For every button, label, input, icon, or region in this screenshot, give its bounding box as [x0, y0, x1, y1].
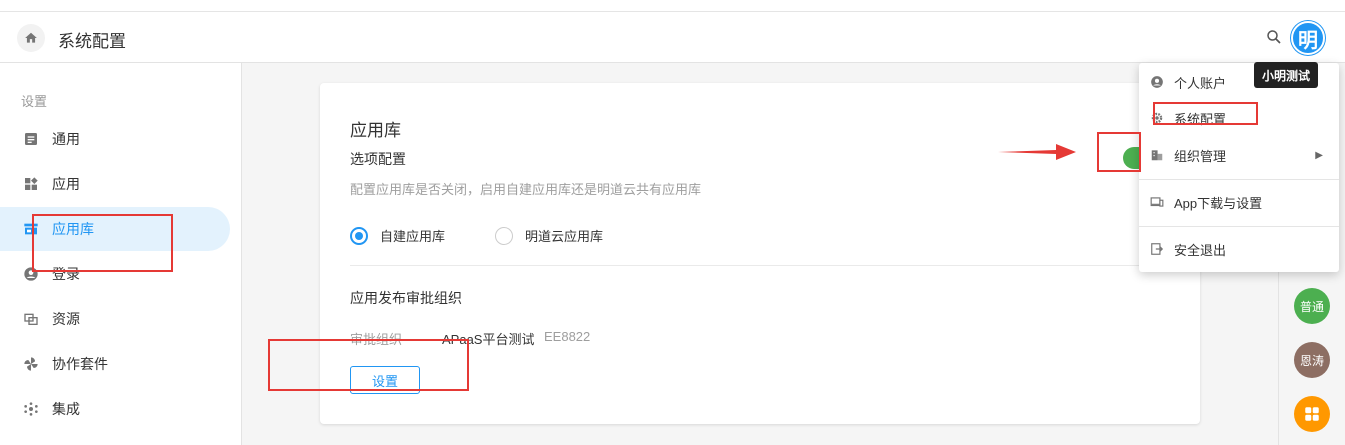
- right-rail: 普通 恩涛: [1278, 270, 1345, 445]
- integration-icon: [23, 401, 39, 417]
- search-icon[interactable]: [1265, 28, 1283, 46]
- sidebar-item-resources[interactable]: 资源: [0, 297, 230, 341]
- option-config-title: 选项配置: [350, 151, 406, 167]
- radio-label: 自建应用库: [380, 229, 446, 244]
- radio-circle: [350, 226, 368, 245]
- option-config-description: 配置应用库是否关闭，启用自建应用库还是明道云共有应用库: [350, 182, 702, 197]
- section-divider: [350, 265, 1170, 266]
- approval-org-code: EE8822: [544, 329, 591, 344]
- sidebar-item-label: 资源: [52, 311, 80, 327]
- sidebar-item-integration[interactable]: 集成: [0, 387, 230, 431]
- browser-top-strip: [0, 0, 1345, 12]
- annotation-box-sidebar: [32, 214, 173, 272]
- app-header: 系统配置 明: [0, 12, 1345, 63]
- page-title: 系统配置: [58, 32, 126, 51]
- submenu-arrow-icon: ▶: [1315, 149, 1323, 161]
- radio-circle: [495, 226, 513, 245]
- menu-divider: [1139, 179, 1339, 180]
- sidebar-item-label: 集成: [52, 401, 80, 417]
- menu-item-label: 安全退出: [1174, 242, 1227, 258]
- building-icon: [1150, 148, 1164, 162]
- radio-label: 明道云应用库: [525, 229, 604, 244]
- radio-self-built-library[interactable]: 自建应用库: [350, 226, 445, 245]
- radio-mingdao-library[interactable]: 明道云应用库: [495, 226, 603, 245]
- rail-apps-button[interactable]: [1294, 396, 1330, 432]
- menu-divider: [1139, 226, 1339, 227]
- pinwheel-icon: [23, 356, 39, 372]
- sidebar-item-apps[interactable]: 应用: [0, 162, 230, 206]
- grid-icon: [1305, 407, 1319, 421]
- apps-icon: [23, 176, 39, 192]
- home-button[interactable]: [17, 24, 45, 52]
- document-icon: [23, 131, 39, 147]
- menu-item-org-management[interactable]: 组织管理 ▶: [1139, 137, 1339, 173]
- account-circle-icon: [1150, 75, 1164, 89]
- user-avatar[interactable]: 明: [1291, 21, 1325, 55]
- annotation-box-menu-item: [1153, 102, 1258, 125]
- resource-icon: [23, 311, 39, 327]
- sidebar-item-label: 协作套件: [52, 356, 108, 372]
- logout-icon: [1150, 242, 1164, 256]
- sidebar-item-collaboration[interactable]: 协作套件: [0, 342, 230, 386]
- sidebar-item-general[interactable]: 通用: [0, 117, 230, 161]
- sidebar-section-title: 设置: [21, 94, 48, 109]
- annotation-box-set-button: [268, 339, 469, 391]
- rail-avatar-putong[interactable]: 普通: [1294, 288, 1330, 324]
- rail-avatar-entao[interactable]: 恩涛: [1294, 342, 1330, 378]
- devices-icon: [1150, 195, 1164, 209]
- card-title: 应用库: [350, 121, 401, 140]
- approval-section-title: 应用发布审批组织: [350, 290, 462, 306]
- annotation-box-toggle: [1097, 132, 1141, 172]
- avatar-tooltip: 小明测试: [1254, 62, 1319, 88]
- menu-item-label: 组织管理: [1174, 148, 1227, 164]
- menu-item-label: App下载与设置: [1174, 195, 1263, 211]
- menu-item-label: 个人账户: [1174, 75, 1227, 91]
- home-icon: [25, 32, 37, 43]
- sidebar-item-label: 应用: [52, 176, 80, 192]
- menu-item-app-download[interactable]: App下载与设置: [1139, 184, 1339, 220]
- annotation-arrow-icon: [998, 144, 1076, 160]
- sidebar-item-label: 通用: [52, 131, 80, 147]
- menu-item-logout[interactable]: 安全退出: [1139, 231, 1339, 267]
- user-dropdown-menu: 个人账户 系统配置 组织管理 ▶ App下载与设置 安全退出: [1139, 63, 1339, 272]
